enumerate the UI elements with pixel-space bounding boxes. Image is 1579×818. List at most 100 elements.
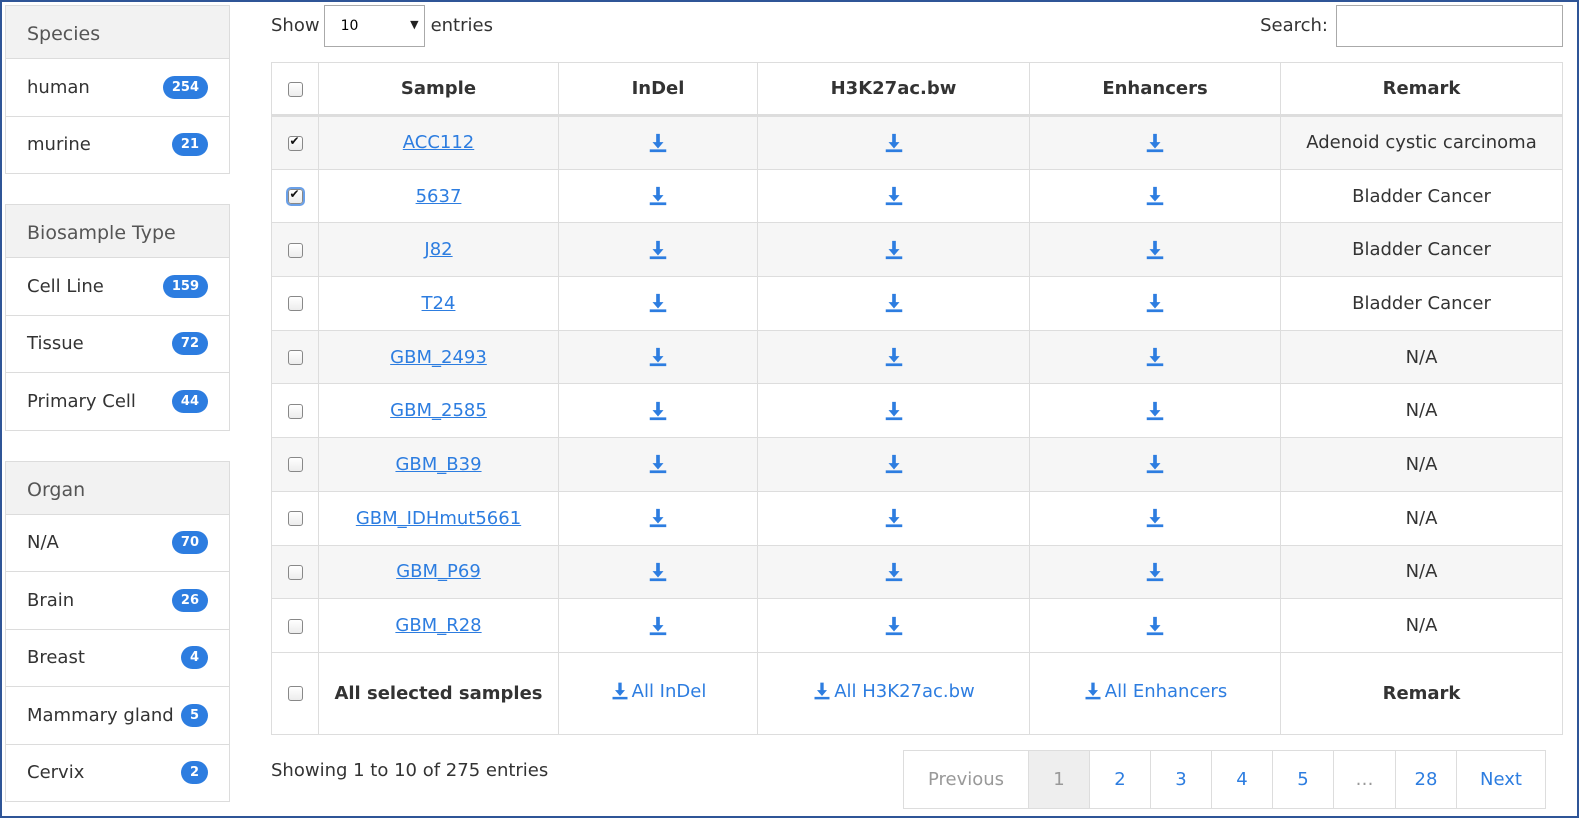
h3k27ac-cell [757,490,1030,546]
row-checkbox[interactable] [285,187,305,207]
biosample-item-primary-cell[interactable]: Primary Cell 44 [6,372,229,430]
enhancers-cell [1029,383,1281,439]
species-item-human[interactable]: human 254 [6,58,229,116]
download-icon[interactable] [1144,453,1166,475]
sample-link[interactable]: GBM_B39 [395,454,481,475]
h3k27ac-header[interactable]: H3K27ac.bw [757,62,1030,117]
download-icon[interactable] [1144,507,1166,529]
sample-link[interactable]: 5637 [416,186,462,207]
row-checkbox[interactable] [287,564,303,580]
download-icon[interactable] [883,561,905,583]
remark-header[interactable]: Remark [1280,62,1563,117]
sample-header[interactable]: Sample [318,62,559,117]
organ-item-na[interactable]: N/A 70 [6,513,229,572]
sample-link[interactable]: GBM_IDHmut5661 [356,508,521,529]
row-checkbox[interactable] [287,457,303,473]
indel-cell [558,329,758,385]
row-checkbox[interactable] [287,403,303,419]
download-icon[interactable] [883,292,905,314]
enhancers-cell [1029,168,1281,224]
pagination-page-5[interactable]: 5 [1272,751,1333,808]
species-item-murine[interactable]: murine 21 [6,115,229,174]
organ-item-mammary-gland[interactable]: Mammary gland 5 [6,686,229,744]
enhancers-header[interactable]: Enhancers [1029,62,1281,117]
download-icon[interactable] [1144,561,1166,583]
row-check-cell [271,490,319,546]
download-icon[interactable] [1144,185,1166,207]
download-icon[interactable] [1144,132,1166,154]
remark-cell: N/A [1280,598,1563,653]
download-icon[interactable] [883,453,905,475]
indel-cell [558,383,758,439]
pagination-page-2[interactable]: 2 [1089,751,1150,808]
sample-cell: GBM_IDHmut5661 [318,490,559,546]
pagination-page-4[interactable]: 4 [1211,751,1272,808]
download-icon[interactable] [647,185,669,207]
download-icon[interactable] [647,561,669,583]
download-icon[interactable] [1144,346,1166,368]
table-row: GBM_P69 N/A [271,544,1563,600]
pagination-page-1[interactable]: 1 [1028,751,1089,808]
pagination-previous[interactable]: Previous [904,751,1028,808]
sample-link[interactable]: GBM_2585 [390,400,487,421]
select-all-checkbox[interactable] [287,81,303,97]
download-icon[interactable] [883,615,905,637]
download-icon[interactable] [647,346,669,368]
footer-remark-cell: Remark [1280,651,1563,735]
search-input[interactable] [1336,4,1563,47]
all-selected-label: All selected samples [318,651,559,735]
all-indel-label: All InDel [631,680,707,702]
download-icon[interactable] [883,507,905,529]
sample-link[interactable]: GBM_P69 [396,561,481,582]
download-icon[interactable] [883,400,905,422]
all-h3k27ac-link[interactable]: All H3K27ac.bw [812,681,975,702]
organ-item-brain[interactable]: Brain 26 [6,571,229,629]
table-row: J82 Bladder Cancer [271,222,1563,278]
organ-item-breast[interactable]: Breast 4 [6,628,229,687]
pagination-next[interactable]: Next [1456,751,1545,808]
download-icon[interactable] [647,453,669,475]
footer-checkbox[interactable] [287,686,303,702]
download-icon[interactable] [1144,615,1166,637]
download-icon[interactable] [883,239,905,261]
table-info: Showing 1 to 10 of 275 entries [271,760,549,781]
row-checkbox[interactable] [287,618,303,634]
download-icon[interactable] [883,132,905,154]
table-row: GBM_IDHmut5661 N/A [271,490,1563,546]
remark-cell: N/A [1280,437,1563,492]
entries-select[interactable]: 10 [323,4,425,47]
row-checkbox[interactable] [287,296,303,312]
row-checkbox[interactable] [287,350,303,366]
download-icon[interactable] [647,132,669,154]
download-icon[interactable] [1144,400,1166,422]
download-icon[interactable] [647,507,669,529]
sample-link[interactable]: J82 [424,239,452,260]
indel-header[interactable]: InDel [558,62,758,117]
download-icon[interactable] [647,292,669,314]
all-indel-cell: All InDel [558,651,758,735]
sample-cell: GBM_2493 [318,329,559,385]
download-icon[interactable] [647,239,669,261]
all-enhancers-link[interactable]: All Enhancers [1083,681,1227,702]
row-checkbox[interactable] [287,134,303,151]
row-checkbox[interactable] [287,511,303,527]
organ-item-cervix[interactable]: Cervix 2 [6,743,229,802]
biosample-item-tissue[interactable]: Tissue 72 [6,314,229,373]
download-icon[interactable] [883,346,905,368]
download-icon[interactable] [647,615,669,637]
h3k27ac-cell [757,115,1030,170]
sample-link[interactable]: T24 [422,293,456,314]
download-icon[interactable] [883,185,905,207]
all-indel-link[interactable]: All InDel [610,680,707,702]
sample-link[interactable]: ACC112 [403,132,475,153]
enhancers-cell [1029,329,1281,385]
download-icon[interactable] [647,400,669,422]
download-icon[interactable] [1144,292,1166,314]
pagination-page-last[interactable]: 28 [1395,751,1456,808]
download-icon[interactable] [1144,239,1166,261]
biosample-item-cell-line[interactable]: Cell Line 159 [6,257,229,315]
pagination-page-3[interactable]: 3 [1150,751,1211,808]
sample-link[interactable]: GBM_R28 [395,615,481,636]
row-checkbox[interactable] [287,242,303,258]
sample-link[interactable]: GBM_2493 [390,347,487,368]
